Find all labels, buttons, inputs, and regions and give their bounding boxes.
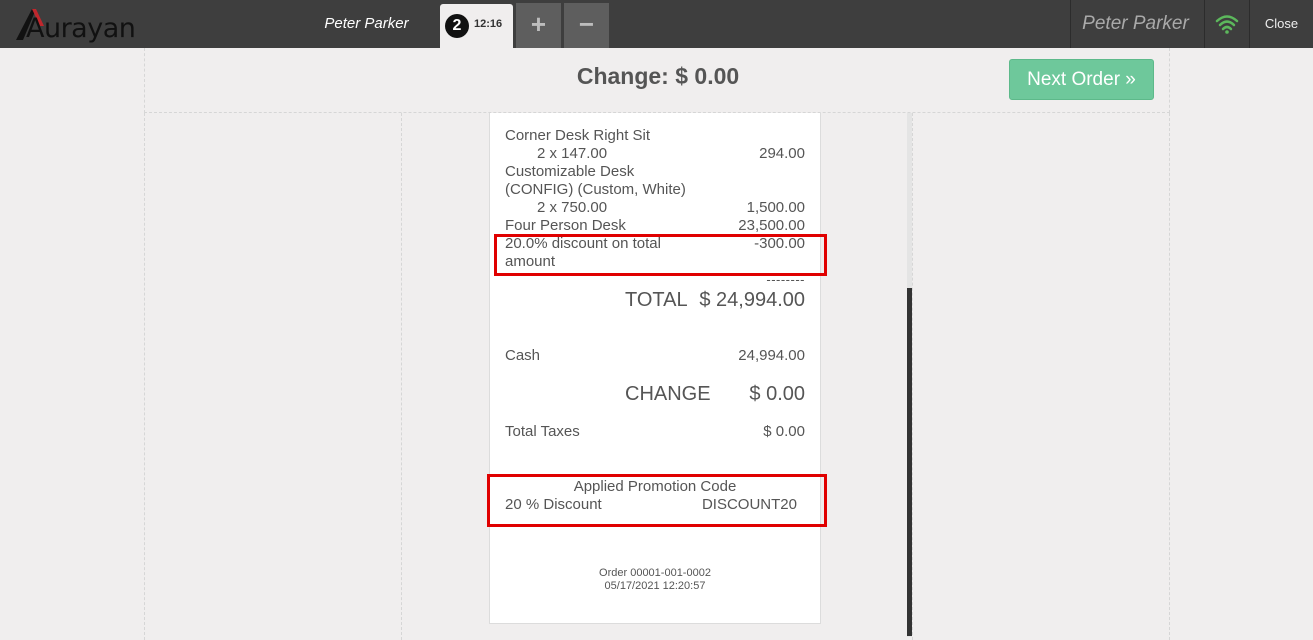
right-panel [912,113,1170,640]
aurayan-logo: Aurayan [14,6,136,44]
total-label: TOTAL [625,289,688,311]
receipt-line-name-cont: (CONFIG) (Custom, White) [505,181,686,198]
receipt-line-name: Customizable Desk [505,163,635,180]
close-button[interactable]: Close [1250,0,1313,48]
receipt: Corner Desk Right Sit 2 x 147.00 294.00 … [489,113,821,624]
total-value: $ 24,994.00 [699,289,805,311]
logo-text: Aurayan [26,13,136,44]
top-bar: Aurayan Peter Parker 2 12:16 + − Peter P… [0,0,1313,48]
promo-highlight-box [487,474,827,527]
receipt-scrollbar-thumb[interactable] [907,288,912,636]
receipt-line-name: Corner Desk Right Sit [505,127,651,144]
change-label: CHANGE [625,383,711,405]
receipt-line-amount: 1,500.00 [746,199,805,216]
taxes-label: Total Taxes [505,423,580,440]
divider [1204,0,1205,48]
receipt-line-amount: 23,500.00 [738,217,805,234]
add-order-button[interactable]: + [516,3,561,48]
discount-highlight-box [494,234,827,276]
change-value: $ 0.00 [749,383,805,405]
order-time: 12:16 [474,18,503,30]
cashier-name[interactable]: Peter Parker [310,0,423,48]
order-number-badge: 2 [445,14,469,38]
receipt-line-name: Four Person Desk [505,217,626,234]
remove-order-button[interactable]: − [564,3,609,48]
order-tab[interactable]: 2 12:16 [440,4,513,48]
receipt-line-qty: 2 x 750.00 [537,199,608,216]
wifi-icon [1206,13,1248,35]
user-name[interactable]: Peter Parker [1071,0,1200,48]
taxes-value: $ 0.00 [763,423,805,440]
order-timestamp: 05/17/2021 12:20:57 [604,580,706,592]
next-order-button[interactable]: Next Order » [1009,59,1154,100]
left-panel [144,113,402,640]
payment-amount: 24,994.00 [738,347,805,364]
receipt-line-amount: 294.00 [759,145,805,162]
payment-method: Cash [505,347,541,364]
order-reference: Order 00001-001-0002 [599,567,711,579]
receipt-line-qty: 2 x 147.00 [537,145,608,162]
change-header: Change: $ 0.00 Next Order » [144,48,1170,113]
